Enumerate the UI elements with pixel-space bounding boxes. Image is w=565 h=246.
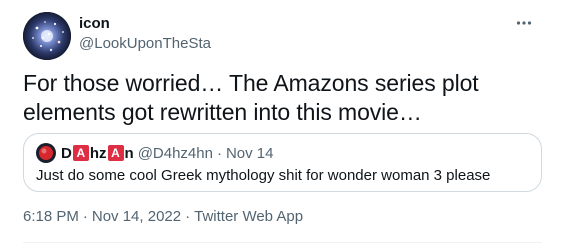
red-a-emoji: A [72,145,89,161]
quoted-name-part: n [124,144,134,162]
author-avatar[interactable] [23,12,71,60]
quoted-text: Just do some cool Greek mythology shit f… [36,167,491,184]
red-a-emoji: A [107,145,124,161]
tweet-time[interactable]: 6:18 PM [23,208,79,225]
quoted-date[interactable]: Nov 14 [226,145,274,162]
quoted-tweet[interactable]: D A hz A n @D4hz4hn · Nov 14 Just do som… [23,133,542,192]
author-block: icon @LookUponTheSta [79,14,211,54]
quoted-name-part: D [61,144,72,162]
quoted-author-name[interactable]: D A hz A n [61,145,134,162]
red-circle-avatar [36,143,56,163]
quoted-author-handle[interactable]: @D4hz4hn [138,145,213,162]
meta-separator: · [185,208,191,225]
more-horizontal-icon [516,21,532,25]
divider [23,242,542,243]
tweet-card: icon @LookUponTheSta For those worried… … [0,0,565,246]
tweet-date[interactable]: Nov 14, 2022 [92,208,181,225]
tweet-meta: 6:18 PM · Nov 14, 2022 · Twitter Web App [23,207,303,227]
author-handle[interactable]: @LookUponTheSta [79,34,211,54]
more-options-button[interactable] [513,12,535,34]
starfield-avatar-image [23,12,71,60]
tweet-text: For those worried… The Amazons series pl… [23,70,479,125]
tweet-source: Twitter Web App [194,208,304,225]
meta-separator: · [82,208,88,225]
quoted-header: D A hz A n @D4hz4hn · Nov 14 [61,143,274,163]
quoted-author-avatar[interactable] [36,143,56,163]
author-name[interactable]: icon [79,14,211,34]
quoted-name-part: hz [89,144,107,162]
quoted-separator: · [216,144,222,162]
